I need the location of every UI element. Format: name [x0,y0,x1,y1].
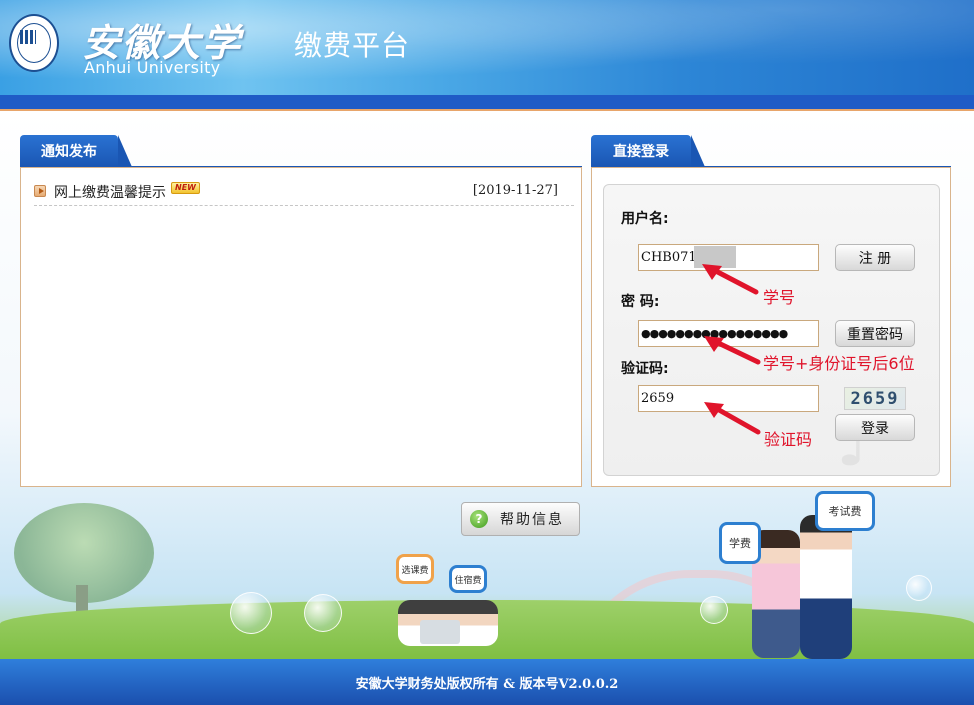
register-button[interactable]: 注 册 [835,244,915,271]
university-seal-logo [9,14,59,72]
password-label: 密 码: [621,294,660,310]
bubble-decoration [304,594,342,632]
university-name-en: Anhui University [84,58,221,77]
captcha-image[interactable]: 2659 [844,387,906,410]
notice-date: [2019-11-27] [472,183,558,198]
site-footer: 安徽大学财务处版权所有 & 版本号V2.0.0.2 [0,659,974,705]
login-button[interactable]: 登录 [835,414,915,441]
help-info-label: 帮助信息 [500,512,564,528]
username-label: 用户名: [621,211,669,227]
password-hint: 学号+身份证号后6位 [763,354,915,373]
bubble-decoration [906,575,932,601]
laptop-illustration [420,620,460,644]
copyright-text: 安徽大学财务处版权所有 & 版本号V2.0.0.2 [355,676,619,692]
bubble-decoration [230,592,272,634]
captcha-hint: 验证码 [764,430,813,449]
new-badge: NEW [171,182,200,194]
captcha-label: 验证码: [621,361,669,377]
tab-notice[interactable]: 通知发布 [20,135,132,167]
question-icon: ? [470,510,488,528]
username-hint: 学号 [763,288,796,307]
bubble-decoration [700,596,728,624]
speech-bubble-exam-fee: 考试费 [815,491,875,531]
arrow-icon [702,264,759,295]
site-title: 缴费平台 [294,29,411,62]
header-divider-bar [0,95,974,109]
notice-title-link[interactable]: 网上缴费温馨提示 [54,182,166,202]
watermark-decoration: ♪ [836,400,881,482]
arrow-icon [704,402,761,435]
arrow-icon [704,336,761,365]
tab-direct-login[interactable]: 直接登录 [591,135,705,167]
help-info-button[interactable]: ? 帮助信息 [461,502,580,536]
play-bullet-icon [34,185,46,197]
reset-password-button[interactable]: 重置密码 [835,320,915,347]
speech-bubble-tuition: 学费 [719,522,761,564]
student-boy-illustration [800,515,852,659]
notice-panel [20,167,582,487]
speech-bubble-course-fee: 选课费 [396,554,434,584]
list-item[interactable]: 网上缴费温馨提示 NEW [2019-11-27] [34,180,574,206]
site-header: 安徽大学 Anhui University 缴费平台 [0,0,974,95]
speech-bubble-lodging-fee: 住宿费 [449,565,487,593]
